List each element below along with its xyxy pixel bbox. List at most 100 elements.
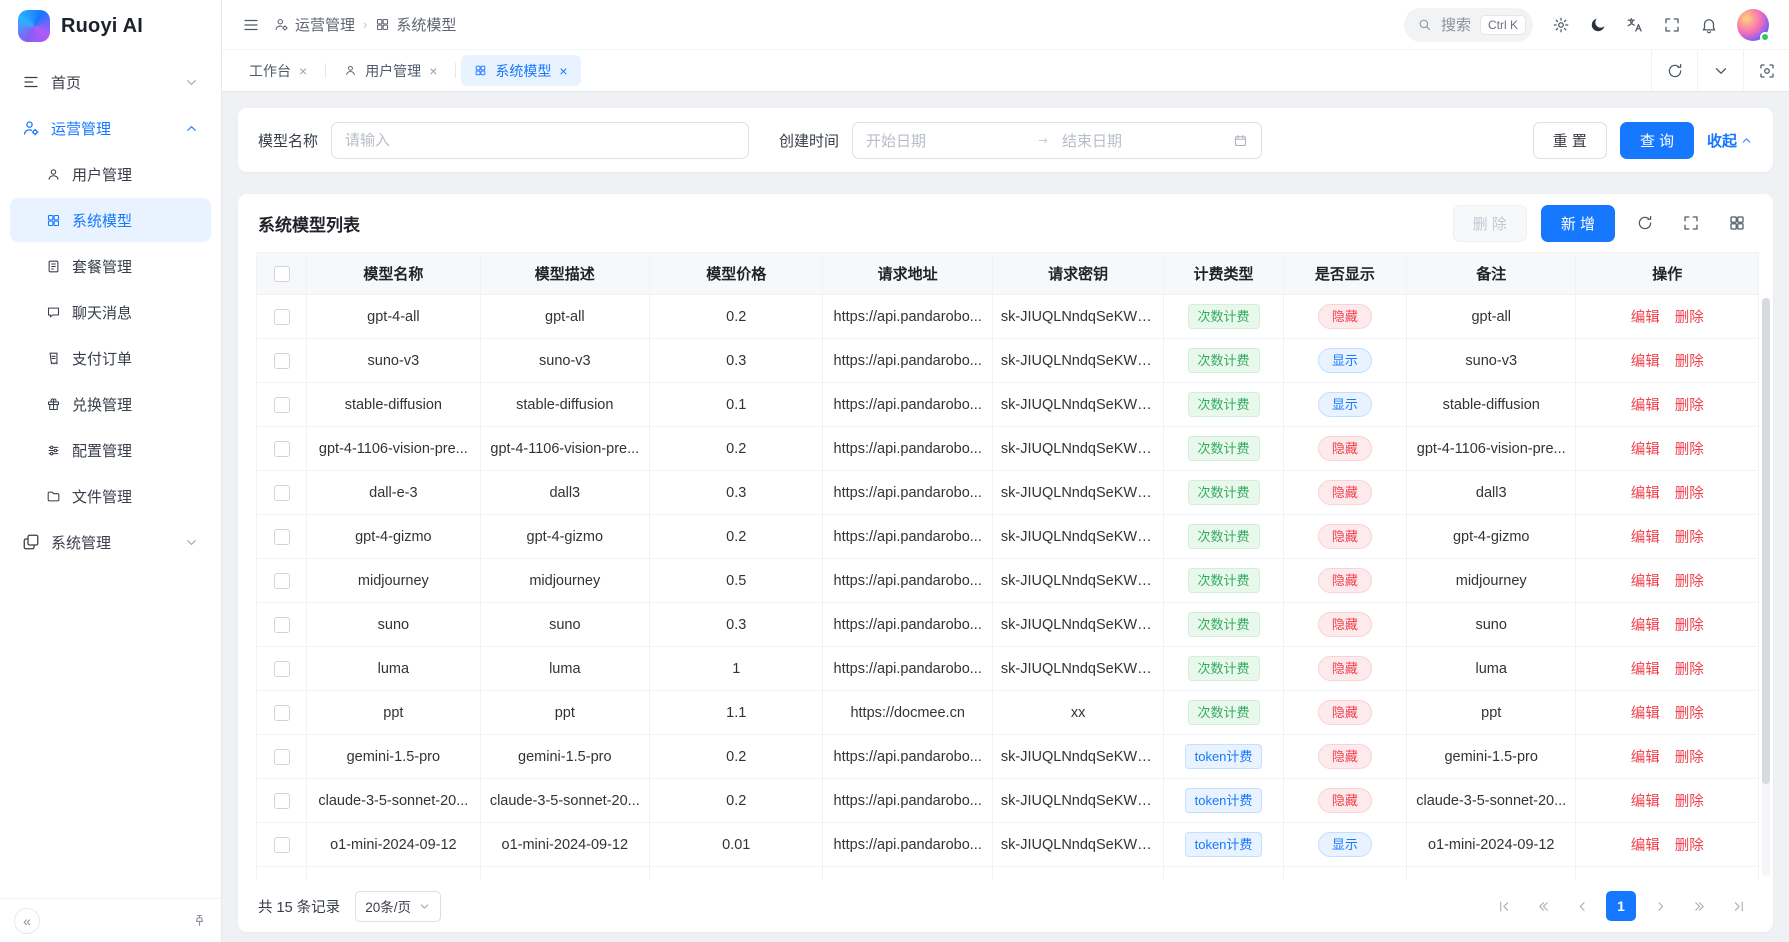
edit-link[interactable]: 编辑 [1631,838,1660,854]
reset-button[interactable]: 重 置 [1533,122,1607,159]
column-header: 模型名称 [307,253,480,295]
tab-user-manage[interactable]: 用户管理× [331,55,450,86]
delete-link[interactable]: 删除 [1675,354,1704,370]
date-range-picker[interactable]: 开始日期 结束日期 [852,122,1262,159]
delete-link[interactable]: 删除 [1675,750,1704,766]
delete-link[interactable]: 删除 [1675,486,1704,502]
tab-workbench[interactable]: 工作台× [236,55,320,86]
sidebar-item-package-management[interactable]: 套餐管理 [10,244,211,288]
sidebar-item-chat-messages[interactable]: 聊天消息 [10,290,211,334]
next-page-button[interactable] [1645,891,1675,921]
order-icon [46,351,61,366]
tab-system-model[interactable]: 系统模型× [461,55,580,86]
row-checkbox[interactable] [274,309,290,325]
tab-close-icon[interactable]: × [429,64,437,78]
sidebar-item-home[interactable]: 首页 [10,60,211,104]
add-button[interactable]: 新 增 [1541,205,1615,242]
row-checkbox[interactable] [274,661,290,677]
refresh-icon[interactable] [1651,50,1697,91]
jump-back-button[interactable] [1528,891,1558,921]
edit-link[interactable]: 编辑 [1631,530,1660,546]
page-size-select[interactable]: 20条/页 [355,891,441,922]
breadcrumb-item-system-model[interactable]: 系统模型 [375,14,456,35]
edit-link[interactable]: 编辑 [1631,310,1660,326]
bell-icon[interactable] [1700,16,1718,34]
row-checkbox[interactable] [274,441,290,457]
row-checkbox[interactable] [274,485,290,501]
delete-link[interactable]: 删除 [1675,838,1704,854]
row-checkbox[interactable] [274,793,290,809]
row-checkbox[interactable] [274,837,290,853]
prev-page-button[interactable] [1567,891,1597,921]
delete-button[interactable]: 删 除 [1453,205,1527,242]
global-search[interactable]: 搜索 Ctrl K [1404,8,1533,42]
scrollbar-thumb[interactable] [1762,298,1770,784]
dark-mode-moon-icon[interactable] [1589,16,1607,34]
delete-link[interactable]: 删除 [1675,310,1704,326]
row-checkbox[interactable] [274,749,290,765]
select-all-checkbox[interactable] [274,266,290,282]
expand-icon[interactable] [1675,207,1707,239]
last-page-button[interactable] [1723,891,1753,921]
billing-type-tag: 次数计费 [1188,568,1260,594]
online-status-dot [1760,32,1770,42]
page-number-1[interactable]: 1 [1606,891,1636,921]
delete-link[interactable]: 删除 [1675,662,1704,678]
tab-close-icon[interactable]: × [299,64,307,78]
jump-forward-button[interactable] [1684,891,1714,921]
cell-request-key: sk-JIUQLNndqSeKWU... [992,471,1163,515]
table-scrollbar[interactable] [1762,298,1770,876]
edit-link[interactable]: 编辑 [1631,398,1660,414]
hamburger-icon[interactable] [242,16,260,34]
sidebar-collapse-button[interactable]: « [14,908,40,934]
focus-layout-icon[interactable] [1743,50,1789,91]
sidebar-item-config-management[interactable]: 配置管理 [10,428,211,472]
table-row: gpt-4-gizmo gpt-4-gizmo 0.2 https://api.… [257,515,1759,559]
edit-link[interactable]: 编辑 [1631,574,1660,590]
column-settings-icon[interactable] [1721,207,1753,239]
fullscreen-icon[interactable] [1663,16,1681,34]
sidebar-item-system[interactable]: 系统管理 [10,520,211,564]
model-name-input[interactable] [331,122,749,159]
sidebar-item-exchange-management[interactable]: 兑换管理 [10,382,211,426]
row-checkbox[interactable] [274,617,290,633]
sidebar-item-operations[interactable]: 运营管理 [10,106,211,150]
sidebar-item-system-model[interactable]: 系统模型 [10,198,211,242]
chevron-down-icon[interactable] [1697,50,1743,91]
avatar[interactable] [1737,9,1769,41]
edit-link[interactable]: 编辑 [1631,750,1660,766]
app-logo[interactable]: Ruoyi AI [0,0,221,52]
tab-close-icon[interactable]: × [559,64,567,78]
delete-link[interactable]: 删除 [1675,794,1704,810]
pin-icon[interactable] [192,913,207,928]
edit-link[interactable]: 编辑 [1631,354,1660,370]
row-checkbox[interactable] [274,573,290,589]
edit-link[interactable]: 编辑 [1631,706,1660,722]
sidebar-item-file-management[interactable]: 文件管理 [10,474,211,518]
edit-link[interactable]: 编辑 [1631,486,1660,502]
gear-icon[interactable] [1552,16,1570,34]
first-page-button[interactable] [1489,891,1519,921]
row-checkbox[interactable] [274,705,290,721]
edit-link[interactable]: 编辑 [1631,442,1660,458]
translate-icon[interactable] [1626,16,1644,34]
delete-link[interactable]: 删除 [1675,530,1704,546]
table-actions: 删 除 新 增 [1453,205,1753,242]
query-button[interactable]: 查 询 [1620,122,1694,159]
edit-link[interactable]: 编辑 [1631,618,1660,634]
sidebar-item-payment-orders[interactable]: 支付订单 [10,336,211,380]
sidebar-item-user-management[interactable]: 用户管理 [10,152,211,196]
breadcrumb-item-operations[interactable]: 运营管理 [274,14,355,35]
row-checkbox[interactable] [274,353,290,369]
delete-link[interactable]: 删除 [1675,618,1704,634]
delete-link[interactable]: 删除 [1675,398,1704,414]
delete-link[interactable]: 删除 [1675,574,1704,590]
row-checkbox[interactable] [274,529,290,545]
delete-link[interactable]: 删除 [1675,442,1704,458]
collapse-filter-link[interactable]: 收起 [1707,130,1753,151]
delete-link[interactable]: 删除 [1675,706,1704,722]
row-checkbox[interactable] [274,397,290,413]
edit-link[interactable]: 编辑 [1631,794,1660,810]
edit-link[interactable]: 编辑 [1631,662,1660,678]
refresh-icon[interactable] [1629,207,1661,239]
